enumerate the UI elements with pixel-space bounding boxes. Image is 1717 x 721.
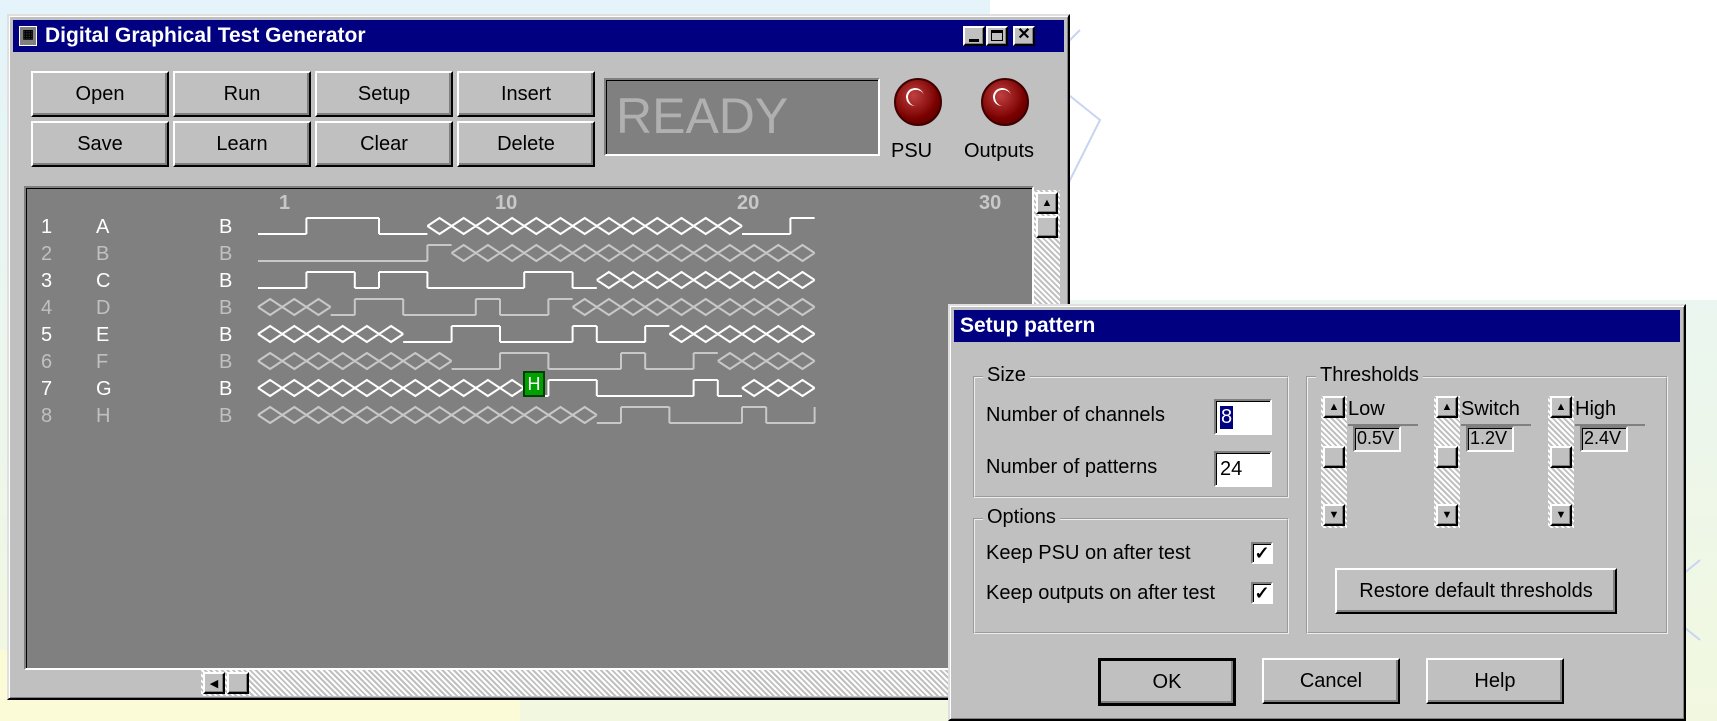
threshold-name: High [1575, 398, 1617, 420]
psu-led-icon [894, 78, 942, 126]
keep-psu-label: Keep PSU on after test [986, 542, 1191, 564]
scroll-up-button[interactable]: ▲ [1036, 192, 1058, 214]
threshold-value: 0.5V [1353, 426, 1401, 452]
open-button[interactable]: Open [31, 71, 169, 117]
keep-outputs-checkbox[interactable]: ✓ [1251, 582, 1273, 604]
triangle-up-icon: ▲ [1441, 401, 1453, 413]
restore-defaults-button[interactable]: Restore default thresholds [1335, 568, 1617, 614]
options-group-label: Options [983, 506, 1060, 529]
patterns-input[interactable]: 24 [1214, 451, 1272, 487]
triangle-up-icon: ▲ [1041, 197, 1053, 209]
threshold-thumb[interactable] [1436, 446, 1458, 468]
threshold-name: Switch [1461, 398, 1520, 420]
minimize-icon [969, 39, 979, 42]
channel-waveform[interactable] [257, 324, 816, 344]
channel-waveform[interactable] [257, 351, 816, 371]
patterns-label: Number of patterns [986, 456, 1158, 478]
channels-input[interactable]: 8 [1214, 399, 1272, 435]
triangle-up-icon: ▲ [1328, 401, 1340, 413]
threshold-up-button[interactable]: ▲ [1436, 396, 1458, 418]
triangle-up-icon: ▲ [1555, 401, 1567, 413]
setup-pattern-dialog: Setup pattern Size Number of channels 8 … [948, 304, 1686, 721]
help-button[interactable]: Help [1426, 658, 1564, 704]
setup-button[interactable]: Setup [315, 71, 453, 117]
triangle-down-icon: ▼ [1555, 509, 1567, 521]
close-button[interactable]: ✕ [1013, 26, 1035, 46]
main-window-title: Digital Graphical Test Generator [45, 24, 366, 47]
clear-button[interactable]: Clear [315, 121, 453, 167]
save-button[interactable]: Save [31, 121, 169, 167]
close-icon: ✕ [1017, 26, 1031, 43]
keep-outputs-label: Keep outputs on after test [986, 582, 1216, 604]
channels-label: Number of channels [986, 404, 1165, 426]
channel-waveform[interactable] [258, 216, 815, 236]
pattern-cursor[interactable]: H [523, 371, 545, 397]
threshold-down-button[interactable]: ▼ [1436, 504, 1458, 526]
vertical-scroll-thumb[interactable] [1036, 216, 1058, 238]
channels-value: 8 [1220, 405, 1234, 429]
dialog-title-bar[interactable]: Setup pattern [954, 310, 1680, 342]
triangle-down-icon: ▼ [1441, 509, 1453, 521]
keep-psu-checkbox[interactable]: ✓ [1251, 542, 1273, 564]
channel-waveform[interactable] [258, 270, 816, 290]
outputs-led-icon [981, 78, 1029, 126]
horizontal-scroll-thumb[interactable] [227, 672, 249, 694]
maximize-icon [991, 30, 1003, 41]
scroll-left-button[interactable]: ◀ [203, 672, 225, 694]
threshold-up-button[interactable]: ▲ [1323, 396, 1345, 418]
waveform-traces[interactable] [26, 188, 1032, 668]
main-title-bar[interactable]: ▦ Digital Graphical Test Generator [13, 20, 1064, 52]
maximize-button[interactable] [986, 26, 1008, 46]
threshold-down-button[interactable]: ▼ [1323, 504, 1345, 526]
options-group: Options [973, 506, 1289, 634]
triangle-down-icon: ▼ [1328, 509, 1340, 521]
delete-button[interactable]: Delete [457, 121, 595, 167]
waveform-canvas: 1 10 20 30 1AB2BB3CB4DB5EB6FB7GB8HB H [24, 186, 1034, 670]
horizontal-scrollbar[interactable] [201, 670, 1031, 696]
minimize-button[interactable] [963, 26, 985, 46]
insert-button[interactable]: Insert [457, 71, 595, 117]
size-group-label: Size [983, 364, 1030, 387]
channel-waveform[interactable] [258, 243, 816, 263]
app-icon: ▦ [19, 26, 37, 46]
learn-button[interactable]: Learn [173, 121, 311, 167]
threshold-value: 1.2V [1466, 426, 1514, 452]
channel-waveform[interactable] [257, 405, 816, 425]
run-button[interactable]: Run [173, 71, 311, 117]
main-window: ▦ Digital Graphical Test Generator ✕ Ope… [7, 14, 1070, 700]
outputs-label: Outputs [964, 140, 1035, 162]
status-display: READY [604, 78, 880, 156]
threshold-value: 2.4V [1580, 426, 1628, 452]
dialog-title: Setup pattern [960, 314, 1096, 337]
threshold-name: Low [1348, 398, 1385, 420]
threshold-up-button[interactable]: ▲ [1550, 396, 1572, 418]
ok-button[interactable]: OK [1098, 658, 1236, 706]
threshold-down-button[interactable]: ▼ [1550, 504, 1572, 526]
triangle-left-icon: ◀ [209, 677, 219, 690]
cancel-button[interactable]: Cancel [1262, 658, 1400, 704]
psu-label: PSU [891, 140, 933, 162]
thresholds-group-label: Thresholds [1316, 364, 1423, 387]
threshold-thumb[interactable] [1323, 446, 1345, 468]
channel-waveform[interactable] [257, 297, 816, 317]
threshold-thumb[interactable] [1550, 446, 1572, 468]
